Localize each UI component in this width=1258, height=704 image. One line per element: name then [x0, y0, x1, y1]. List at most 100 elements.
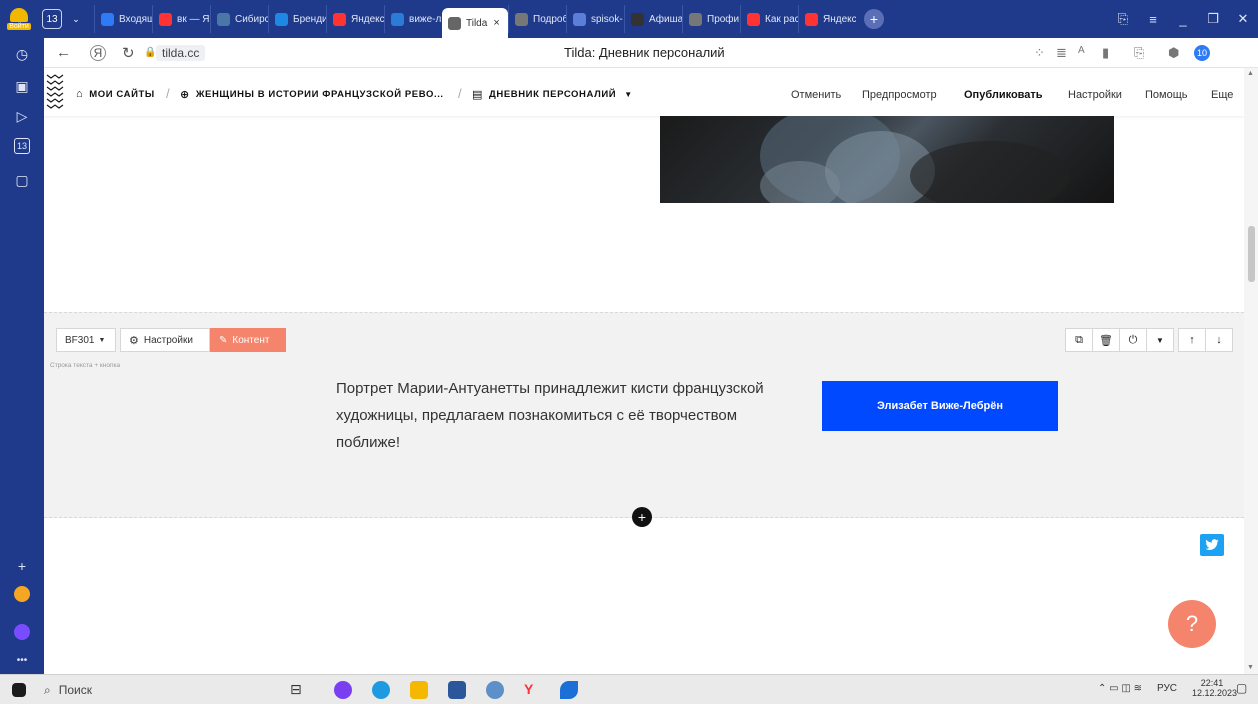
reader-icon[interactable]: ≣ [1056, 45, 1067, 61]
tray-icons[interactable]: ⌃ ▭ ◫ ≋ [1098, 683, 1142, 694]
restore-button[interactable]: ❐ [1198, 11, 1228, 27]
move-up-icon[interactable]: ↑ [1178, 328, 1206, 352]
translate-icon[interactable]: A [1078, 45, 1085, 56]
scrollbar-thumb[interactable] [1248, 226, 1255, 282]
browser-tab[interactable]: Бренди [268, 5, 326, 33]
add-block-button[interactable]: + [632, 507, 652, 527]
browser-tab[interactable]: Как рас [740, 5, 798, 33]
globe-icon: ⊕ [180, 89, 190, 101]
move-down-icon[interactable]: ↓ [1205, 328, 1233, 352]
new-tab-button[interactable]: + [864, 9, 884, 29]
gear-icon: ⚙ [129, 334, 139, 347]
app-icon[interactable] [560, 681, 578, 699]
alice-icon[interactable] [12, 622, 32, 642]
page-scrollbar[interactable]: ▲ ▼ [1244, 68, 1258, 674]
tab-favicon-icon [391, 12, 404, 26]
browser-tab[interactable]: spisok- [566, 5, 624, 33]
add-icon[interactable]: + [12, 556, 32, 576]
publish-button[interactable]: Опубликовать [964, 89, 1043, 101]
calendar-icon[interactable]: 13 [14, 138, 30, 154]
more-button[interactable]: Еще [1211, 89, 1233, 101]
tab-counter[interactable]: 13 [42, 9, 62, 29]
url-field[interactable]: tilda.cc [156, 45, 206, 61]
tab-favicon-icon [159, 12, 172, 26]
help-button[interactable]: Помощь [1145, 89, 1188, 101]
breadcrumb-my-sites[interactable]: ⌂ МОИ САЙТЫ [76, 88, 155, 100]
file-explorer-icon[interactable] [410, 681, 428, 699]
menu-icon[interactable]: ≡ [1138, 12, 1168, 27]
tilda-logo-icon[interactable] [46, 72, 64, 112]
browser-tab[interactable]: Профи [682, 5, 740, 33]
power-icon[interactable]: ⏻ [1119, 328, 1147, 352]
minimize-button[interactable]: _ [1168, 12, 1198, 27]
taskbar-search[interactable]: ⌕ Поиск [44, 679, 274, 701]
breadcrumb-page[interactable]: ▤ ДНЕВНИК ПЕРСОНАЛИЙ ▼ [472, 88, 633, 101]
browser-tab[interactable]: Входящ [94, 5, 152, 33]
block-settings-button[interactable]: ⚙ Настройки [120, 328, 210, 352]
twitter-icon[interactable] [1200, 534, 1224, 556]
history-icon[interactable]: ◷ [12, 44, 32, 64]
cancel-button[interactable]: Отменить [791, 89, 841, 101]
login-button[interactable]: Войти [0, 0, 38, 38]
preview-button[interactable]: Предпросмотр [862, 89, 937, 101]
tab-favicon-icon [515, 12, 528, 26]
browser-tab[interactable]: Сибирс [210, 5, 268, 33]
extension-icon[interactable]: ⬢ [1168, 45, 1179, 61]
browser-tab[interactable]: виже-л [384, 5, 442, 33]
yandex-browser-icon[interactable]: Y [524, 681, 542, 699]
messenger-icon[interactable] [12, 584, 32, 604]
browser-tab[interactable]: Подроб [508, 5, 566, 33]
back-icon[interactable]: ← [56, 44, 71, 61]
block-code-dropdown[interactable]: BF301 ▼ [56, 328, 116, 352]
close-tab-icon[interactable]: × [493, 17, 499, 29]
cta-button[interactable]: Элизабет Виже-Лебрён [822, 381, 1058, 431]
tab-label: Профи [707, 13, 740, 25]
share-icon[interactable]: ⎘ [1134, 45, 1144, 61]
bookmark-icon[interactable]: ⎘ [1108, 11, 1138, 27]
browser-tab[interactable]: вк — Я [152, 5, 210, 33]
block-content-button[interactable]: ✎ Контент [210, 328, 286, 352]
block-text[interactable]: Портрет Марии-Антуанетты принадлежит кис… [336, 375, 786, 456]
avatar [10, 8, 28, 22]
windows-start-icon[interactable] [12, 683, 26, 697]
browser-tab[interactable]: Tilda × [442, 8, 508, 38]
block-content-label: Контент [232, 334, 270, 346]
cast-icon[interactable]: ▢ [12, 170, 32, 190]
tab-label: spisok- [591, 13, 623, 25]
alice-taskbar-icon[interactable] [334, 681, 352, 699]
breadcrumb-project[interactable]: ⊕ ЖЕНЩИНЫ В ИСТОРИИ ФРАНЦУЗСКОЙ РЕВО... [180, 88, 444, 101]
scroll-up-icon[interactable]: ▲ [1247, 70, 1254, 77]
play-icon[interactable]: ▷ [12, 106, 32, 126]
settings-button[interactable]: Настройки [1068, 89, 1122, 101]
browser-tab[interactable]: Афиша [624, 5, 682, 33]
help-chat-button[interactable]: ? [1168, 600, 1216, 648]
scroll-down-icon[interactable]: ▼ [1247, 664, 1254, 671]
content-block[interactable]: BF301 ▼ ⚙ Настройки ✎ Контент ⧉ 🗑 ⏻ ▼ ↑ … [44, 312, 1244, 518]
task-view-icon[interactable]: ⊟ [290, 681, 308, 699]
notifications-icon[interactable]: ▢ [1236, 681, 1247, 695]
browser-tab[interactable]: Яндекс [798, 5, 856, 33]
tab-favicon-icon [631, 12, 644, 26]
search-placeholder: Поиск [58, 683, 92, 697]
delete-icon[interactable]: 🗑 [1092, 328, 1120, 352]
downloads-badge[interactable]: 10 [1194, 45, 1210, 61]
telegram-icon[interactable] [486, 681, 504, 699]
yandex-icon[interactable]: Я [90, 45, 106, 61]
chevron-down-icon: ▼ [624, 90, 633, 99]
reload-icon[interactable]: ↻ [122, 44, 135, 62]
more-icon[interactable]: ••• [12, 650, 32, 670]
language-indicator[interactable]: РУС [1157, 683, 1177, 694]
address-bar: ← Я ↻ 🔒 tilda.cc Tilda: Дневник персонал… [44, 38, 1258, 68]
extensions-icon[interactable]: ⁘ [1034, 45, 1045, 61]
tilda-top-panel: ⌂ МОИ САЙТЫ / ⊕ ЖЕНЩИНЫ В ИСТОРИИ ФРАНЦУ… [44, 68, 1244, 116]
edge-icon[interactable] [372, 681, 390, 699]
collections-icon[interactable]: ▣ [12, 76, 32, 96]
chevron-down-icon[interactable]: ▼ [1146, 328, 1174, 352]
bookmark-icon[interactable]: ▮ [1102, 45, 1109, 61]
browser-tab[interactable]: Яндекс [326, 5, 384, 33]
chevron-down-icon[interactable]: ⌄ [66, 9, 86, 29]
duplicate-icon[interactable]: ⧉ [1065, 328, 1093, 352]
word-icon[interactable] [448, 681, 466, 699]
clock[interactable]: 22:41 12.12.2023 [1192, 678, 1237, 698]
close-button[interactable]: ✕ [1228, 11, 1258, 27]
